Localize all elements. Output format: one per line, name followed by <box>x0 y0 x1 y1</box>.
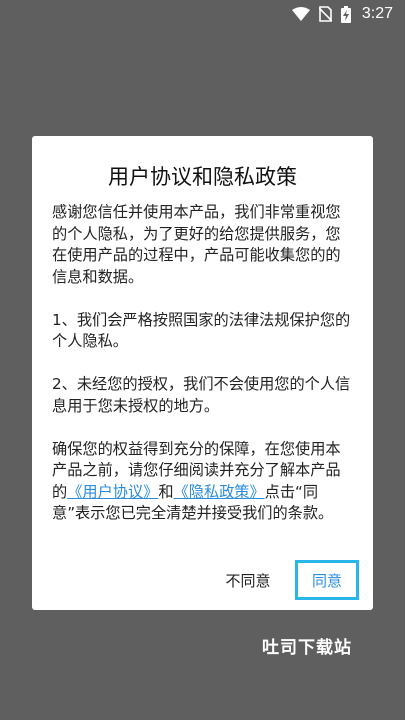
privacy-policy-link[interactable]: 《隐私政策》 <box>174 483 265 501</box>
no-sim-icon <box>318 6 332 22</box>
intro-paragraph: 感谢您信任并使用本产品，我们非常重视您的个人隐私，为了更好的给您提供服务，您在使… <box>52 203 341 286</box>
privacy-dialog: 用户协议和隐私政策 感谢您信任并使用本产品，我们非常重视您的个人隐私，为了更好的… <box>32 136 373 610</box>
law-paragraph: 1、我们会严格按照国家的法律法规保护您的个人隐私。 <box>52 310 351 351</box>
dialog-body: 感谢您信任并使用本产品，我们非常重视您的个人隐私，为了更好的给您提供服务，您在使… <box>52 202 353 525</box>
wifi-icon <box>291 7 310 21</box>
consent-conjunction: 和 <box>158 482 174 501</box>
consent-paragraph: 确保您的权益得到充分的保障，在您使用本产品之前，请您仔细阅读并充分了解本产品的《… <box>52 439 353 525</box>
dialog-actions: 不同意 同意 <box>213 560 359 600</box>
battery-charging-icon <box>340 5 351 23</box>
status-bar: 3:27 <box>0 0 405 28</box>
decline-button[interactable]: 不同意 <box>213 560 283 600</box>
dialog-title: 用户协议和隐私政策 <box>108 165 297 189</box>
agree-button[interactable]: 同意 <box>295 560 359 600</box>
status-time: 3:27 <box>361 5 393 22</box>
user-agreement-link[interactable]: 《用户协议》 <box>67 483 158 501</box>
authorization-paragraph: 2、未经您的授权，我们不会使用您的个人信息用于您未授权的地方。 <box>52 375 351 415</box>
watermark: 吐司下载站 <box>262 638 352 658</box>
